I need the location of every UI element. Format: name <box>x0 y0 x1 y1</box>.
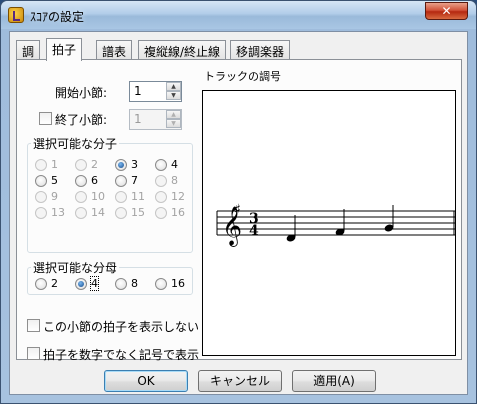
dialog-body: 調 拍子 譜表 複縦線/終止線 移調楽器 開始小節: 1 ▲ ▼ 終了小節: 1 <box>9 31 468 395</box>
end-measure-spinner[interactable]: 1 ▲ ▼ <box>129 109 182 130</box>
numerator-option[interactable]: 1 <box>35 158 79 172</box>
denominator-option[interactable]: 8 <box>115 277 159 291</box>
app-icon <box>8 7 24 23</box>
numerator-option[interactable]: 9 <box>35 190 79 204</box>
title-bar[interactable]: ｽｺｱの設定 ✕ <box>1 1 476 29</box>
hide-time-signature-checkbox[interactable] <box>27 319 40 332</box>
denominator-group-title: 選択可能な分母 <box>31 259 120 276</box>
spin-up-icon[interactable]: ▲ <box>166 82 181 91</box>
numerator-option[interactable]: 11 <box>115 190 159 204</box>
numerator-option[interactable]: 4 <box>155 158 199 172</box>
window-title: ｽｺｱの設定 <box>30 10 85 24</box>
denominator-option[interactable]: 16 <box>155 277 199 291</box>
tab-transposing-instruments[interactable]: 移調楽器 <box>230 40 291 59</box>
staff-preview: 𝄞 ♯ 3 4 <box>202 90 456 356</box>
staff-preview-drawing: 𝄞 ♯ 3 4 <box>216 202 455 247</box>
symbol-time-signature-checkbox[interactable] <box>27 347 40 360</box>
end-measure-label: 終了小節: <box>55 113 108 127</box>
tab-barlines[interactable]: 複縦線/終止線 <box>138 40 227 59</box>
apply-button[interactable]: 適用(A) <box>292 370 376 392</box>
tab-key[interactable]: 調 <box>16 40 41 59</box>
numerator-option[interactable]: 12 <box>155 190 199 204</box>
time-signature-panel: 開始小節: 1 ▲ ▼ 終了小節: 1 ▲ ▼ 選択可能な分子 1 2 3 4 … <box>16 59 462 362</box>
numerator-option[interactable]: 16 <box>155 206 199 220</box>
numerator-option[interactable]: 10 <box>75 190 119 204</box>
spin-down-icon[interactable]: ▼ <box>166 119 181 128</box>
denominator-option-selected[interactable]: 4 <box>75 276 119 291</box>
note <box>384 205 394 232</box>
spin-up-icon[interactable]: ▲ <box>166 110 181 119</box>
start-measure-spinner[interactable]: 1 ▲ ▼ <box>129 81 182 102</box>
numerator-group-title: 選択可能な分子 <box>31 135 120 152</box>
close-icon: ✕ <box>441 4 452 18</box>
preview-title: トラックの調号 <box>204 70 281 83</box>
denominator-option[interactable]: 2 <box>35 277 79 291</box>
numerator-option[interactable]: 14 <box>75 206 119 220</box>
end-measure-value: 1 <box>134 112 142 126</box>
tab-time-signature[interactable]: 拍子 <box>46 38 83 61</box>
key-signature-sharp: ♯ <box>234 202 241 218</box>
end-measure-checkbox[interactable] <box>39 112 52 125</box>
numerator-option[interactable]: 8 <box>155 174 199 188</box>
numerator-option[interactable]: 13 <box>35 206 79 220</box>
numerator-option[interactable]: 6 <box>75 174 119 188</box>
settings-dialog: ｽｺｱの設定 ✕ 調 拍子 譜表 複縦線/終止線 移調楽器 開始小節: 1 ▲ … <box>0 0 477 404</box>
tab-staff[interactable]: 譜表 <box>96 40 133 59</box>
numerator-option[interactable]: 5 <box>35 174 79 188</box>
numerator-option[interactable]: 7 <box>115 174 159 188</box>
time-signature-denominator: 4 <box>249 223 259 239</box>
numerator-option-selected[interactable]: 3 <box>115 158 159 172</box>
numerator-option[interactable]: 15 <box>115 206 159 220</box>
cancel-button[interactable]: キャンセル <box>198 370 282 392</box>
symbol-time-signature-label: 拍子を数字でなく記号で表示 <box>43 348 200 362</box>
ok-button[interactable]: OK <box>104 370 188 392</box>
close-button[interactable]: ✕ <box>425 2 468 20</box>
spin-down-icon[interactable]: ▼ <box>166 91 181 100</box>
hide-time-signature-label: この小節の拍子を表示しない <box>43 320 200 334</box>
numerator-option[interactable]: 2 <box>75 158 119 172</box>
start-measure-label: 開始小節: <box>55 86 108 100</box>
start-measure-value: 1 <box>134 84 142 98</box>
